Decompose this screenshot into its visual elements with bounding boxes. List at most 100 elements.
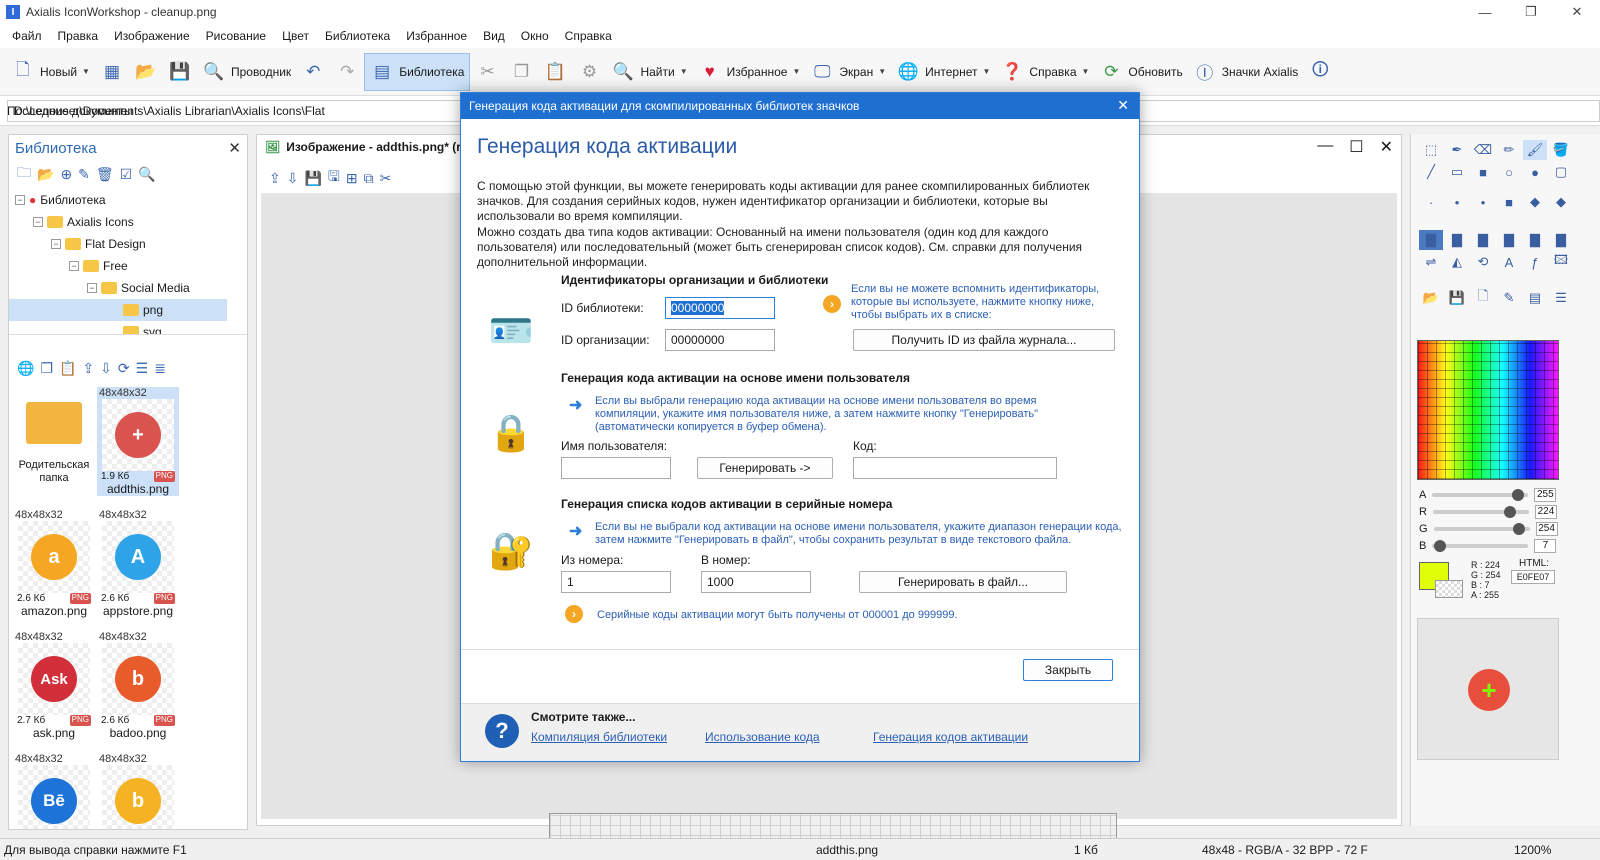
dialog-close-icon[interactable]: ✕ [1117,97,1129,114]
help-button[interactable]: ❓ Справка ▼ [995,53,1094,91]
close-icon[interactable]: ✕ [228,139,241,157]
list-item[interactable]: 48x48x32 A 2.6 Кб PNG appstore.png [97,509,179,618]
rectangle-icon[interactable]: ▭ [1445,162,1469,182]
save-icon[interactable]: 💾 [304,170,321,187]
menu-window[interactable]: Окно [513,29,557,43]
edit-icon[interactable]: ✎ [78,166,90,183]
menu-favorites[interactable]: Избранное [398,29,475,43]
open-palette-icon[interactable]: 📂 [1419,288,1443,308]
new-palette-icon[interactable]: 🗋 [1471,288,1495,308]
html-color-value[interactable]: E0FE07 [1511,570,1555,584]
list-item[interactable]: 48x48x32 b 2.6 Кб PNG badoo.png [97,631,179,740]
add-format-icon[interactable]: ⊞ [346,170,358,187]
export-icon[interactable]: ⇩ [100,360,112,377]
brush-size-4-icon[interactable]: ■ [1497,192,1521,212]
export-icon[interactable]: ⇩ [287,170,299,187]
mirror-icon[interactable]: ◭ [1445,252,1469,272]
open-button[interactable]: 📂 [129,53,163,91]
green-slider[interactable] [1433,523,1530,535]
save-button[interactable]: 💾 [163,53,197,91]
copy-icon[interactable]: ❐ [40,360,53,377]
code-output[interactable] [853,457,1057,479]
save-all-icon[interactable]: 🖫 [328,166,340,190]
close-window-button[interactable]: ✕ [1554,0,1600,24]
find-button[interactable]: 🔍 Найти ▼ [606,53,692,91]
refresh-icon[interactable]: ⟳ [118,360,130,377]
line-icon[interactable]: ╱ [1419,162,1443,182]
blue-value[interactable]: 7 [1534,539,1557,553]
flip-icon[interactable]: ⇌ [1419,252,1443,272]
gradient-3-icon[interactable]: ▇ [1471,230,1495,250]
explorer-button[interactable]: 🔍 Проводник [197,53,296,91]
axialis-icons-button[interactable]: Ⓘ Значки Axialis [1188,53,1304,91]
import-icon[interactable]: ⇪ [269,170,281,187]
delete-icon[interactable]: 🗑 [96,166,114,183]
gradient-4-icon[interactable]: ▇ [1497,230,1521,250]
red-value[interactable]: 224 [1534,505,1557,519]
brush-size-3-icon[interactable]: • [1471,192,1495,212]
sort-icon[interactable]: ☰ [136,360,149,377]
chevron-down-icon[interactable]: ▼ [792,67,800,76]
doc-close-button[interactable]: ✕ [1380,137,1393,157]
chevron-down-icon[interactable]: ▼ [680,67,688,76]
new-library-button[interactable]: ▦ [95,53,129,91]
list-item[interactable]: Родительская папка [13,387,95,485]
open-folder-icon[interactable]: 📂 [37,166,54,183]
slider-knob[interactable] [1434,540,1447,552]
menu-image[interactable]: Изображение [106,29,198,43]
pen-icon[interactable]: ✏ [1497,140,1521,160]
new-library-icon[interactable]: 🗀 [17,162,31,186]
list-item[interactable]: 48x48x32 Bē [13,753,95,829]
globe-add-icon[interactable]: 🌐 [17,360,34,377]
redo-button[interactable]: ↷ [330,53,364,91]
alpha-slider[interactable] [1432,489,1529,501]
brush-size-2-icon[interactable]: • [1445,192,1469,212]
internet-button[interactable]: 🌐 Интернет ▼ [891,53,995,91]
tree-item-axialis-icons[interactable]: − Axialis Icons [33,211,134,233]
close-dialog-button[interactable]: Закрыть [1023,659,1113,681]
cut-button[interactable]: ✂ [470,53,504,91]
slider-knob[interactable] [1504,506,1517,518]
blue-slider[interactable] [1432,540,1529,552]
menu-draw[interactable]: Рисование [198,29,274,43]
filled-ellipse-icon[interactable]: ● [1523,162,1547,182]
maximize-button[interactable]: ❐ [1508,0,1554,24]
menu-file[interactable]: Файл [4,29,50,43]
menu-library[interactable]: Библиотека [317,29,398,43]
gradient-5-icon[interactable]: ▇ [1523,230,1547,250]
red-slider[interactable] [1432,506,1529,518]
brush-size-1-icon[interactable]: · [1419,192,1443,212]
from-number-input[interactable]: 1 [561,571,671,593]
username-input[interactable] [561,457,671,479]
new-button[interactable]: 🗋 Новый ▼ [6,53,95,91]
link-using-code[interactable]: Использование кода [705,730,820,744]
eyedropper-icon[interactable]: ✒ [1445,140,1469,160]
fill-icon[interactable]: 🪣 [1549,140,1573,160]
to-number-input[interactable]: 1000 [701,571,811,593]
green-value[interactable]: 254 [1535,522,1558,536]
add-icon[interactable]: ⊕ [60,166,72,183]
list-item[interactable]: 48x48x32 + 1.9 Кб PNG addthis.png [97,387,179,496]
slider-knob[interactable] [1512,489,1525,501]
settings-button[interactable]: ⚙ [572,53,606,91]
favorites-button[interactable]: ♥ Избранное ▼ [693,53,806,91]
screen-button[interactable]: 🖵 Экран ▼ [805,53,891,91]
list-item[interactable]: 48x48x32 b [97,753,179,829]
menu-help[interactable]: Справка [557,29,620,43]
library-id-input[interactable]: 00000000 [665,297,775,319]
rounded-rect-icon[interactable]: ▢ [1549,162,1573,182]
edit-palette-icon[interactable]: ✎ [1497,288,1521,308]
alpha-value[interactable]: 255 [1534,488,1557,502]
rotate-icon[interactable]: ⟲ [1471,252,1495,272]
tree-item-png[interactable]: png [9,299,227,321]
eraser-icon[interactable]: ⌫ [1471,140,1495,160]
import-icon[interactable]: ⇪ [82,360,94,377]
organization-id-input[interactable]: 00000000 [665,329,775,351]
menu-edit[interactable]: Правка [50,29,107,43]
undo-button[interactable]: ↶ [296,53,330,91]
paste-icon[interactable]: 📋 [59,360,76,377]
generate-button[interactable]: Генерировать -> [697,457,833,479]
tree-item-flat-design[interactable]: − Flat Design [51,233,146,255]
function-icon[interactable]: ƒ [1523,252,1547,272]
select-icon[interactable]: ⬚ [1419,140,1443,160]
